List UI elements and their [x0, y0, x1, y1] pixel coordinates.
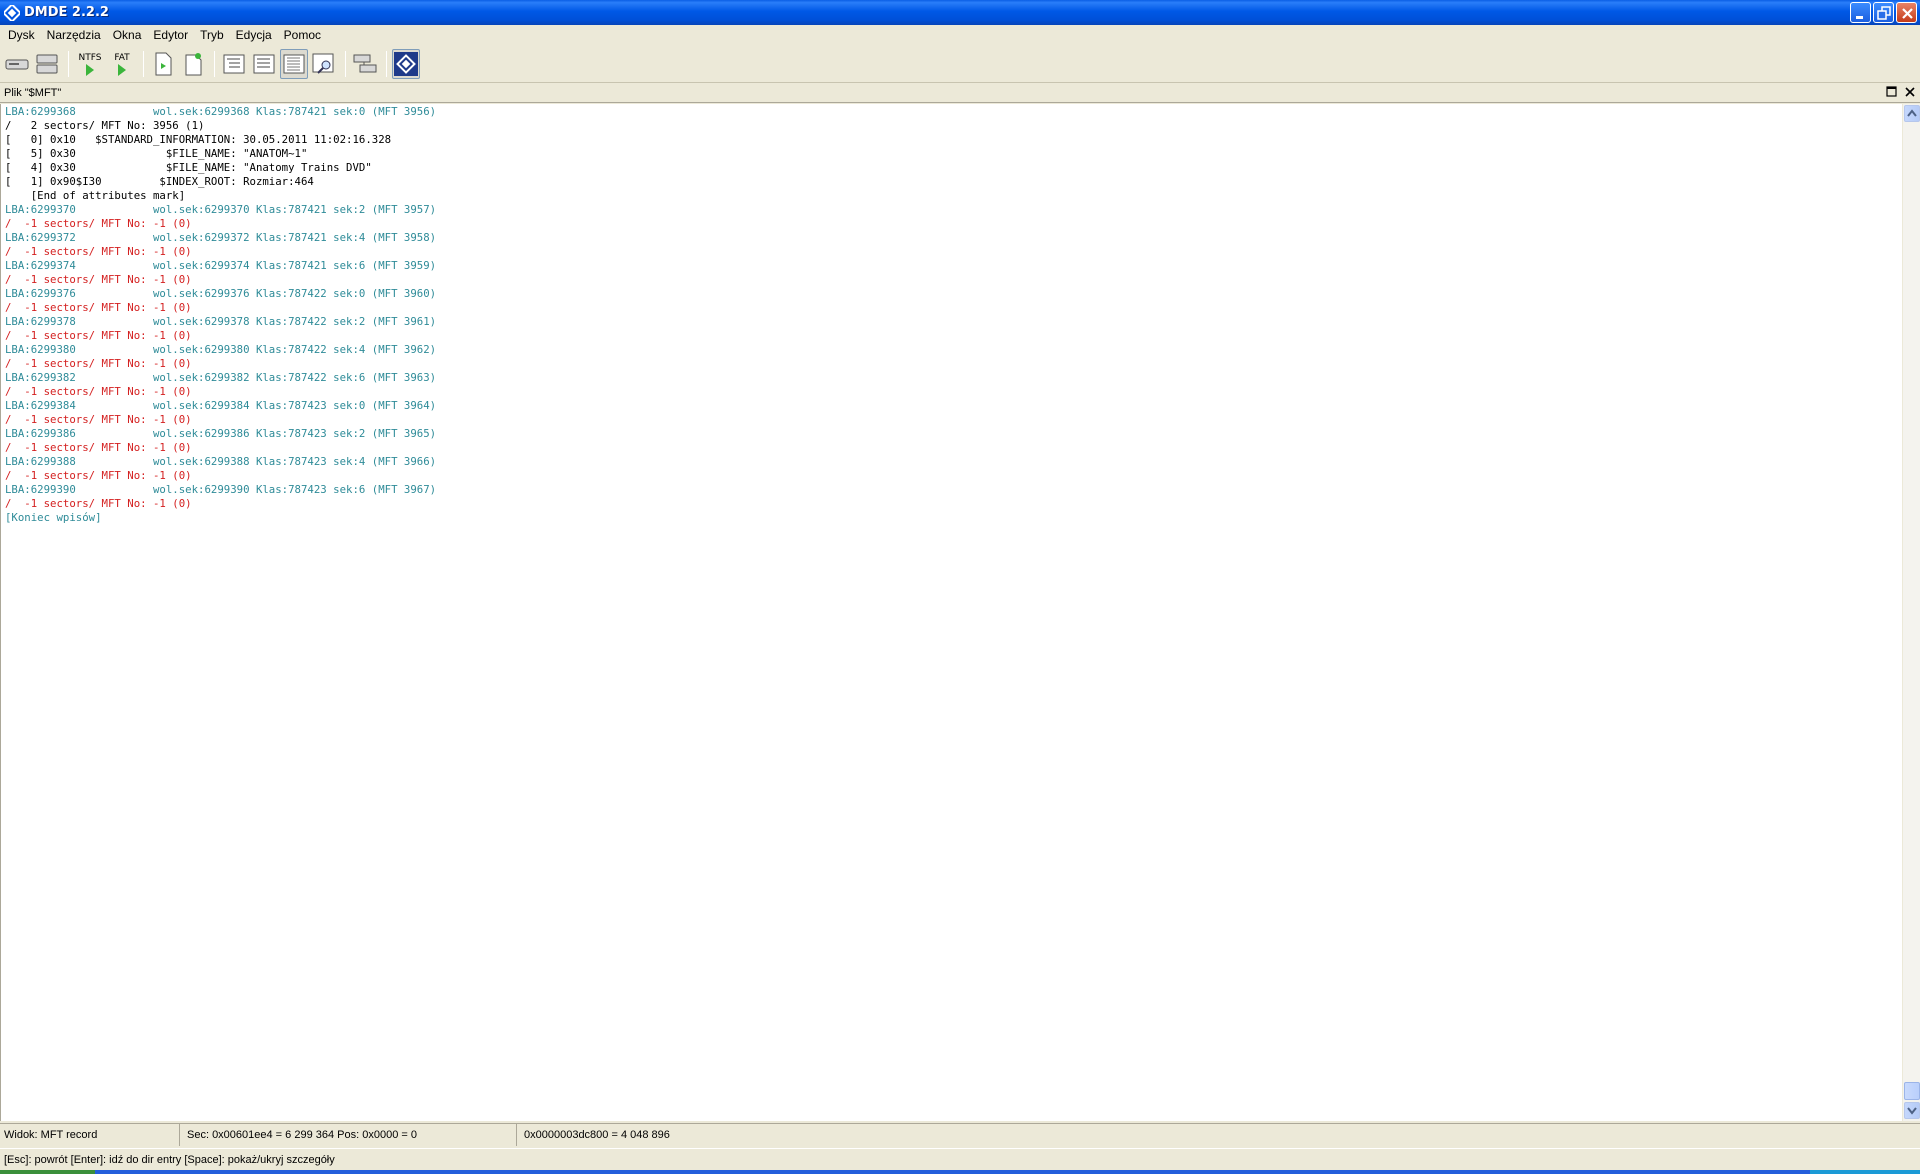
- menu-tryb[interactable]: Tryb: [194, 25, 230, 45]
- search-button[interactable]: [310, 49, 338, 79]
- app-logo-icon: [4, 4, 20, 21]
- menu-edytor[interactable]: Edytor: [147, 25, 194, 45]
- toolbar-separator: [345, 50, 346, 77]
- record-detail-line[interactable]: [ 0] 0x10 $STANDARD_INFORMATION: 30.05.2…: [1, 133, 1902, 147]
- end-of-entries-line[interactable]: [Koniec wpisów]: [1, 511, 1902, 525]
- toolbar-separator: [143, 50, 144, 77]
- record-header-line[interactable]: LBA:6299388 wol.sek:6299388 Klas:787423 …: [1, 455, 1902, 469]
- title-bar: DMDE 2.2.2: [0, 0, 1920, 25]
- record-detail-line[interactable]: [End of attributes mark]: [1, 189, 1902, 203]
- partitions-icon: [36, 54, 58, 73]
- record-header-line[interactable]: LBA:6299376 wol.sek:6299376 Klas:787422 …: [1, 287, 1902, 301]
- mft-record-view[interactable]: LBA:6299368 wol.sek:6299368 Klas:787421 …: [0, 104, 1902, 1121]
- maximize-panel-icon[interactable]: [1886, 86, 1898, 98]
- record-detail-line[interactable]: / -1 sectors/ MFT No: -1 (0): [1, 441, 1902, 455]
- record-detail-line[interactable]: / -1 sectors/ MFT No: -1 (0): [1, 469, 1902, 483]
- copy-sectors-icon: [353, 54, 377, 72]
- status-bar: Widok: MFT record Sec: 0x00601ee4 = 6 29…: [0, 1123, 1920, 1146]
- ntfs-label: NTFS: [78, 52, 102, 63]
- scroll-thumb[interactable]: [1904, 1082, 1920, 1100]
- toolbar: NTFS FAT: [0, 45, 1920, 83]
- minimize-button[interactable]: [1850, 2, 1871, 23]
- minimize-icon: [1856, 16, 1863, 19]
- record-header-line[interactable]: LBA:6299380 wol.sek:6299380 Klas:787422 …: [1, 343, 1902, 357]
- document-icon: [155, 52, 172, 75]
- menu-bar: Dysk Narzędzia Okna Edytor Tryb Edycja P…: [0, 25, 1920, 45]
- dmde-logo-button[interactable]: [392, 48, 420, 79]
- menu-narzedzia[interactable]: Narzędzia: [41, 25, 107, 45]
- record-detail-line[interactable]: / -1 sectors/ MFT No: -1 (0): [1, 245, 1902, 259]
- scroll-down-button[interactable]: [1904, 1102, 1920, 1119]
- record-header-line[interactable]: LBA:6299384 wol.sek:6299384 Klas:787423 …: [1, 399, 1902, 413]
- play-icon: [86, 63, 94, 76]
- play-icon: [118, 63, 126, 76]
- record-detail-line[interactable]: / -1 sectors/ MFT No: -1 (0): [1, 301, 1902, 315]
- record-header-line[interactable]: LBA:6299386 wol.sek:6299386 Klas:787423 …: [1, 427, 1902, 441]
- dmde-logo-icon: [394, 51, 418, 76]
- record-detail-line[interactable]: / -1 sectors/ MFT No: -1 (0): [1, 217, 1902, 231]
- window-title: DMDE 2.2.2: [24, 5, 109, 20]
- panel-header: Plik "$MFT": [0, 84, 1920, 103]
- ntfs-button[interactable]: NTFS: [74, 49, 106, 79]
- panel-title: Plik "$MFT": [4, 87, 62, 99]
- record-detail-line[interactable]: [ 5] 0x30 $FILE_NAME: "ANATOM~1": [1, 147, 1902, 161]
- status-view: Widok: MFT record: [0, 1124, 180, 1146]
- new-document-icon: [185, 52, 202, 75]
- record-detail-line[interactable]: / -1 sectors/ MFT No: -1 (0): [1, 497, 1902, 511]
- toolbar-separator: [214, 50, 215, 77]
- fat-button[interactable]: FAT: [106, 49, 138, 79]
- restore-icon: [1877, 6, 1891, 20]
- search-icon: [312, 53, 334, 74]
- taskbar-strip: [0, 1170, 1920, 1174]
- status-sector: Sec: 0x00601ee4 = 6 299 364 Pos: 0x0000 …: [183, 1124, 517, 1146]
- record-header-line[interactable]: LBA:6299370 wol.sek:6299370 Klas:787421 …: [1, 203, 1902, 217]
- record-header-line[interactable]: LBA:6299368 wol.sek:6299368 Klas:787421 …: [1, 105, 1902, 119]
- close-panel-icon[interactable]: [1904, 86, 1916, 98]
- close-icon: [1902, 8, 1913, 19]
- list-view-icon: [253, 54, 275, 73]
- tree-view-icon: [223, 54, 245, 73]
- view-records-button[interactable]: [280, 48, 308, 79]
- menu-okna[interactable]: Okna: [107, 25, 148, 45]
- scroll-up-button[interactable]: [1904, 105, 1920, 122]
- record-detail-line[interactable]: / -1 sectors/ MFT No: -1 (0): [1, 357, 1902, 371]
- record-header-line[interactable]: LBA:6299372 wol.sek:6299372 Klas:787421 …: [1, 231, 1902, 245]
- fat-label: FAT: [114, 52, 130, 63]
- record-detail-line[interactable]: / -1 sectors/ MFT No: -1 (0): [1, 329, 1902, 343]
- view-tree-button[interactable]: [220, 49, 248, 79]
- record-header-line[interactable]: LBA:6299390 wol.sek:6299390 Klas:787423 …: [1, 483, 1902, 497]
- disk-button[interactable]: [3, 49, 31, 79]
- records-view-icon: [283, 54, 305, 73]
- record-detail-line[interactable]: / 2 sectors/ MFT No: 3956 (1): [1, 119, 1902, 133]
- chevron-down-icon: [1907, 1107, 1917, 1115]
- record-header-line[interactable]: LBA:6299382 wol.sek:6299382 Klas:787422 …: [1, 371, 1902, 385]
- chevron-up-icon: [1907, 109, 1917, 117]
- restore-button[interactable]: [1873, 2, 1894, 23]
- menu-pomoc[interactable]: Pomoc: [278, 25, 327, 45]
- record-detail-line[interactable]: [ 1] 0x90$I30 $INDEX_ROOT: Rozmiar:464: [1, 175, 1902, 189]
- record-header-line[interactable]: LBA:6299374 wol.sek:6299374 Klas:787421 …: [1, 259, 1902, 273]
- new-file-button[interactable]: [179, 49, 207, 79]
- open-file-button[interactable]: [149, 49, 177, 79]
- record-detail-line[interactable]: / -1 sectors/ MFT No: -1 (0): [1, 273, 1902, 287]
- partitions-button[interactable]: [33, 49, 61, 79]
- record-header-line[interactable]: LBA:6299378 wol.sek:6299378 Klas:787422 …: [1, 315, 1902, 329]
- toolbar-separator: [68, 50, 69, 77]
- record-detail-line[interactable]: [ 4] 0x30 $FILE_NAME: "Anatomy Trains DV…: [1, 161, 1902, 175]
- view-list-button[interactable]: [250, 49, 278, 79]
- disk-icon: [5, 59, 29, 69]
- copy-sectors-button[interactable]: [351, 49, 379, 79]
- menu-dysk[interactable]: Dysk: [2, 25, 41, 45]
- record-detail-line[interactable]: / -1 sectors/ MFT No: -1 (0): [1, 385, 1902, 399]
- hint-bar: [Esc]: powrót [Enter]: idź do dir entry …: [0, 1148, 1920, 1170]
- toolbar-separator: [386, 50, 387, 77]
- record-detail-line[interactable]: / -1 sectors/ MFT No: -1 (0): [1, 413, 1902, 427]
- status-offset: 0x0000003dc800 = 4 048 896: [524, 1129, 670, 1141]
- menu-edycja[interactable]: Edycja: [230, 25, 278, 45]
- vertical-scrollbar[interactable]: [1902, 104, 1920, 1121]
- close-button[interactable]: [1896, 2, 1917, 23]
